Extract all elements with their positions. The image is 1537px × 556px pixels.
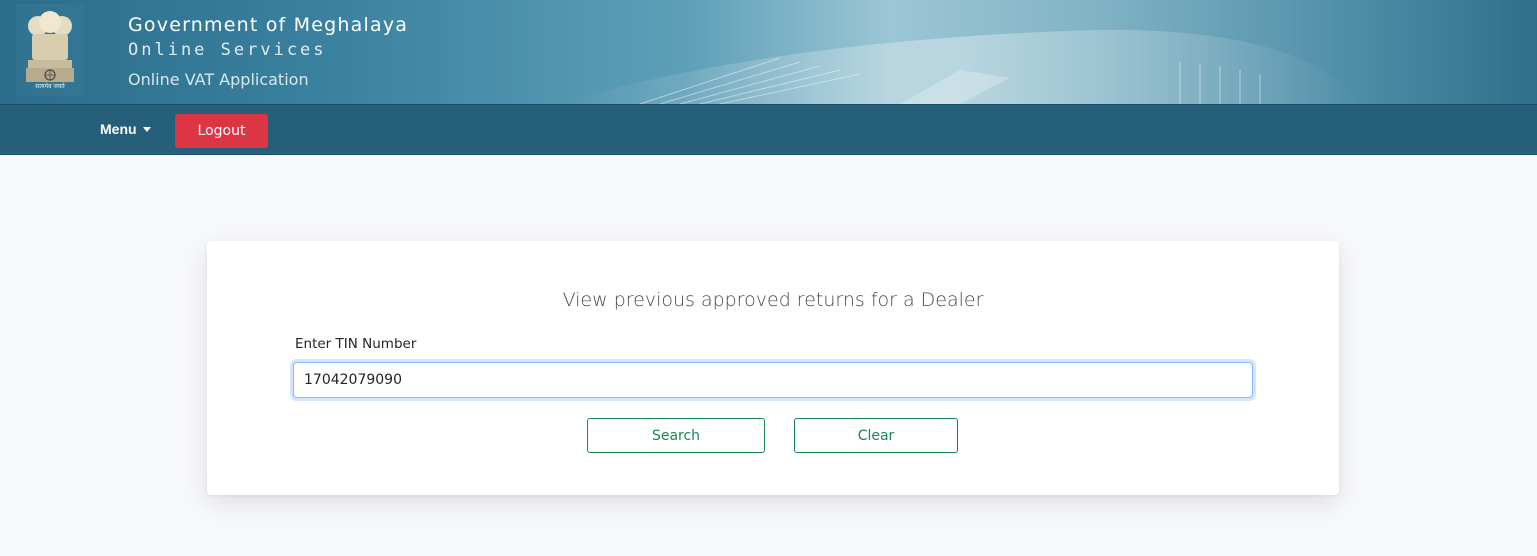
- header-banner: सत्यमेव जयते Government of Meghalaya Onl…: [0, 0, 1537, 104]
- menu-label: Menu: [100, 121, 137, 137]
- tin-label: Enter TIN Number: [295, 336, 417, 352]
- form-title: View previous approved returns for a Dea…: [562, 289, 984, 311]
- header-app-name: Online VAT Application: [128, 70, 309, 89]
- header-title: Government of Meghalaya: [128, 14, 409, 36]
- logout-button[interactable]: Logout: [175, 114, 268, 148]
- navbar: Menu Logout: [0, 104, 1537, 155]
- search-button[interactable]: Search: [587, 418, 765, 453]
- tin-input[interactable]: [293, 362, 1253, 398]
- header-subtitle: Online Services: [128, 40, 327, 60]
- page: सत्यमेव जयते Government of Meghalaya Onl…: [0, 0, 1537, 556]
- menu-dropdown-toggle[interactable]: Menu: [100, 121, 151, 137]
- search-card: View previous approved returns for a Dea…: [207, 241, 1339, 495]
- clear-button[interactable]: Clear: [794, 418, 958, 453]
- emblem-caption: सत्यमेव जयते: [35, 83, 65, 90]
- caret-down-icon: [142, 127, 151, 132]
